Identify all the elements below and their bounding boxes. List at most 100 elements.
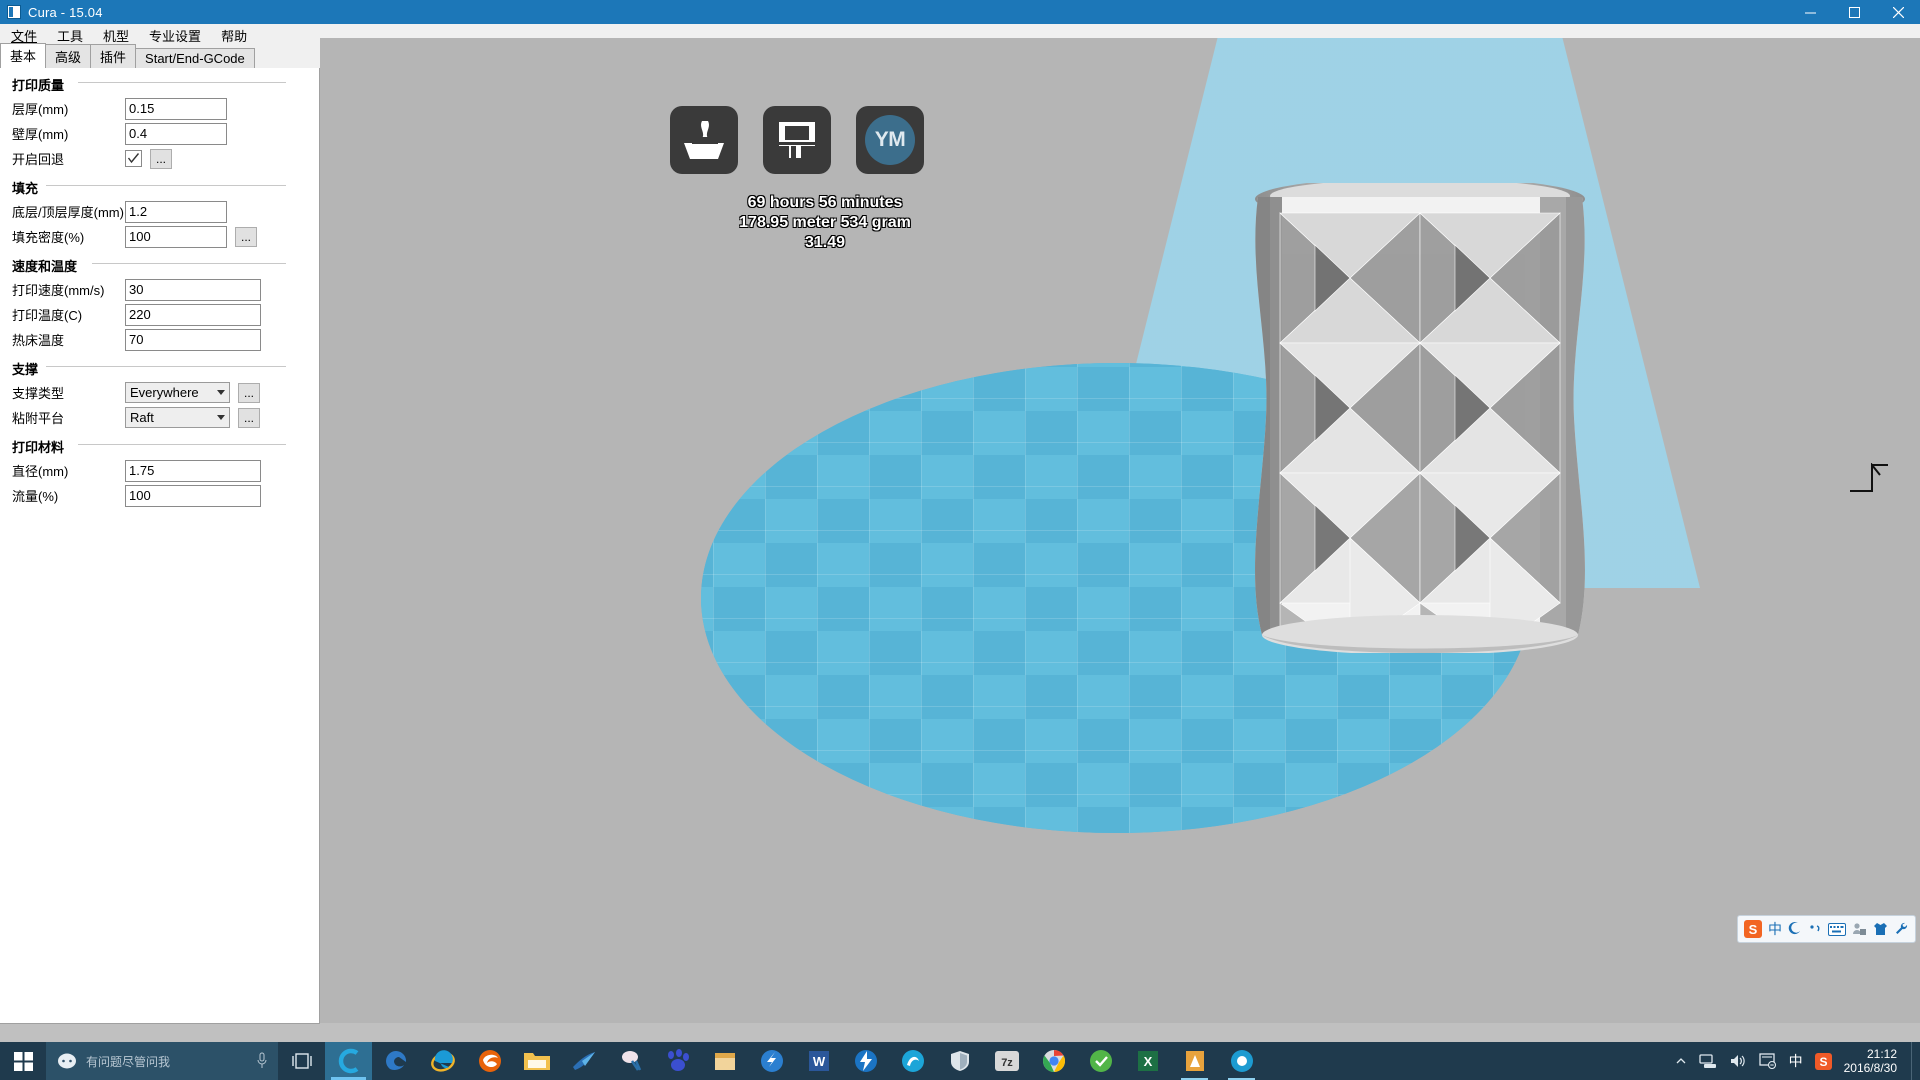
- row-support-type: 支撑类型 Everywhere ...: [0, 380, 319, 405]
- input-bottom-top-thickness[interactable]: [125, 200, 227, 223]
- show-desktop-button[interactable]: [1911, 1042, 1920, 1080]
- taskbar-app-explorer[interactable]: [513, 1042, 560, 1080]
- support-options-button[interactable]: ...: [238, 382, 260, 403]
- group-label-speed-temperature: 速度和温度: [12, 259, 78, 274]
- taskbar-app-bolt[interactable]: [842, 1042, 889, 1080]
- svg-text:7z: 7z: [1001, 1057, 1013, 1069]
- adhesion-options-button[interactable]: ...: [238, 407, 260, 428]
- load-model-icon: [684, 121, 724, 159]
- tab-basic[interactable]: 基本: [0, 43, 47, 69]
- taskbar-app-foxmail[interactable]: [560, 1042, 607, 1080]
- taskbar-app-edge[interactable]: [372, 1042, 419, 1080]
- windows-taskbar: 有问题尽管问我 W 7z X 中 S 21:12 2016/8/30: [0, 1042, 1920, 1080]
- system-tray: 中 S 21:12 2016/8/30: [1669, 1042, 1920, 1080]
- cortana-placeholder: 有问题尽管问我: [86, 1054, 171, 1069]
- tab-gcode[interactable]: Start/End-GCode: [135, 48, 255, 69]
- group-title-support: 支撑: [0, 352, 319, 380]
- toolbox-icon[interactable]: [1894, 922, 1909, 936]
- microphone-icon[interactable]: [256, 1052, 268, 1075]
- action-center-icon[interactable]: [1758, 1053, 1777, 1069]
- taskbar-app-shield[interactable]: [936, 1042, 983, 1080]
- basic-settings-panel: 打印质量 层厚(mm) 壁厚(mm) 开启回退 ... 填充: [0, 68, 320, 1024]
- taskbar-clock[interactable]: 21:12 2016/8/30: [1844, 1047, 1897, 1075]
- row-shell-thickness: 壁厚(mm): [0, 121, 319, 146]
- taskbar-app-design[interactable]: [889, 1042, 936, 1080]
- sogou-tray-icon[interactable]: S: [1814, 1052, 1832, 1070]
- input-fill-density[interactable]: [125, 225, 227, 248]
- punctuation-icon[interactable]: [1808, 922, 1822, 936]
- select-platform-adhesion[interactable]: Raft: [125, 407, 230, 428]
- window-title: Cura - 15.04: [28, 4, 103, 20]
- volume-icon[interactable]: [1729, 1053, 1747, 1069]
- label-shell-thickness: 壁厚(mm): [12, 127, 69, 142]
- save-toolpath-button[interactable]: [763, 106, 831, 174]
- moon-icon[interactable]: [1788, 922, 1802, 936]
- group-material: 打印材料 直径(mm) 流量(%): [0, 430, 319, 508]
- select-support-type[interactable]: Everywhere: [125, 382, 230, 403]
- tab-advanced[interactable]: 高级: [45, 44, 92, 69]
- taskbar-app-ie[interactable]: [419, 1042, 466, 1080]
- label-layer-height: 层厚(mm): [12, 102, 69, 117]
- chinese-mode-icon[interactable]: 中: [1768, 919, 1782, 939]
- clock-date: 2016/8/30: [1843, 1061, 1897, 1075]
- input-print-temperature[interactable]: [125, 303, 261, 326]
- cortana-search-box[interactable]: 有问题尽管问我: [46, 1042, 278, 1080]
- group-label-material: 打印材料: [12, 440, 65, 455]
- row-flow: 流量(%): [0, 483, 319, 508]
- menu-expert[interactable]: 专业设置: [140, 24, 210, 47]
- label-diameter: 直径(mm): [12, 464, 69, 479]
- tab-plugins[interactable]: 插件: [90, 44, 137, 69]
- ym-account-button[interactable]: YM: [856, 106, 924, 174]
- cura-application-window: Cura - 15.04 文件 工具 机型 专业设置 帮助 基本 高级 插件 S…: [0, 0, 1920, 1080]
- ym-logo: YM: [865, 115, 915, 165]
- menu-help[interactable]: 帮助: [212, 24, 256, 47]
- skin-icon[interactable]: [1873, 922, 1888, 936]
- group-title-print-quality: 打印质量: [0, 68, 319, 96]
- sogou-logo-icon[interactable]: S: [1744, 920, 1762, 938]
- close-button[interactable]: [1876, 0, 1920, 24]
- taskbar-app-bandizip[interactable]: [607, 1042, 654, 1080]
- title-bar: Cura - 15.04: [0, 0, 1920, 24]
- retraction-options-button[interactable]: ...: [150, 148, 172, 169]
- network-icon[interactable]: [1698, 1053, 1717, 1069]
- model-vase[interactable]: [1240, 183, 1600, 653]
- taskbar-app-cura[interactable]: [1171, 1042, 1218, 1080]
- checkbox-retraction[interactable]: [125, 150, 142, 167]
- input-diameter[interactable]: [125, 459, 261, 482]
- taskbar-app-green[interactable]: [1077, 1042, 1124, 1080]
- load-model-button[interactable]: [670, 106, 738, 174]
- label-support-type: 支撑类型: [12, 386, 65, 401]
- task-view-button[interactable]: [278, 1042, 325, 1080]
- input-shell-thickness[interactable]: [125, 122, 227, 145]
- start-button[interactable]: [0, 1042, 46, 1080]
- fill-options-button[interactable]: ...: [235, 226, 257, 247]
- taskbar-app-photo[interactable]: [1218, 1042, 1265, 1080]
- keyboard-icon[interactable]: [1828, 922, 1846, 936]
- tray-chevron-icon[interactable]: [1675, 1055, 1687, 1067]
- svg-text:S: S: [1819, 1055, 1827, 1069]
- sogou-ime-bar[interactable]: S 中: [1737, 915, 1916, 943]
- divider: [46, 366, 286, 367]
- input-bed-temperature[interactable]: [125, 328, 261, 351]
- user-icon[interactable]: [1852, 922, 1867, 936]
- minimize-button[interactable]: [1788, 0, 1832, 24]
- group-support: 支撑 支撑类型 Everywhere ... 粘附平台 Raft ...: [0, 352, 319, 430]
- group-label-print-quality: 打印质量: [12, 78, 65, 93]
- 3d-viewport[interactable]: YM 69 hours 56 minutes 178.95 meter 534 …: [320, 38, 1920, 1023]
- taskbar-app-excel[interactable]: X: [1124, 1042, 1171, 1080]
- taskbar-app-word[interactable]: W: [795, 1042, 842, 1080]
- taskbar-app-baidu[interactable]: [654, 1042, 701, 1080]
- input-print-speed[interactable]: [125, 278, 261, 301]
- input-layer-height[interactable]: [125, 97, 227, 120]
- taskbar-app-thunder[interactable]: [748, 1042, 795, 1080]
- taskbar-app-7z[interactable]: 7z: [983, 1042, 1030, 1080]
- taskbar-app-firefox[interactable]: [466, 1042, 513, 1080]
- input-flow[interactable]: [125, 484, 261, 507]
- taskbar-app-store[interactable]: [701, 1042, 748, 1080]
- taskbar-app-cura-blue[interactable]: [325, 1042, 372, 1080]
- taskbar-app-chrome[interactable]: [1030, 1042, 1077, 1080]
- maximize-button[interactable]: [1832, 0, 1876, 24]
- ime-indicator[interactable]: 中: [1789, 1051, 1803, 1071]
- divider: [92, 263, 286, 264]
- group-label-support: 支撑: [12, 362, 39, 377]
